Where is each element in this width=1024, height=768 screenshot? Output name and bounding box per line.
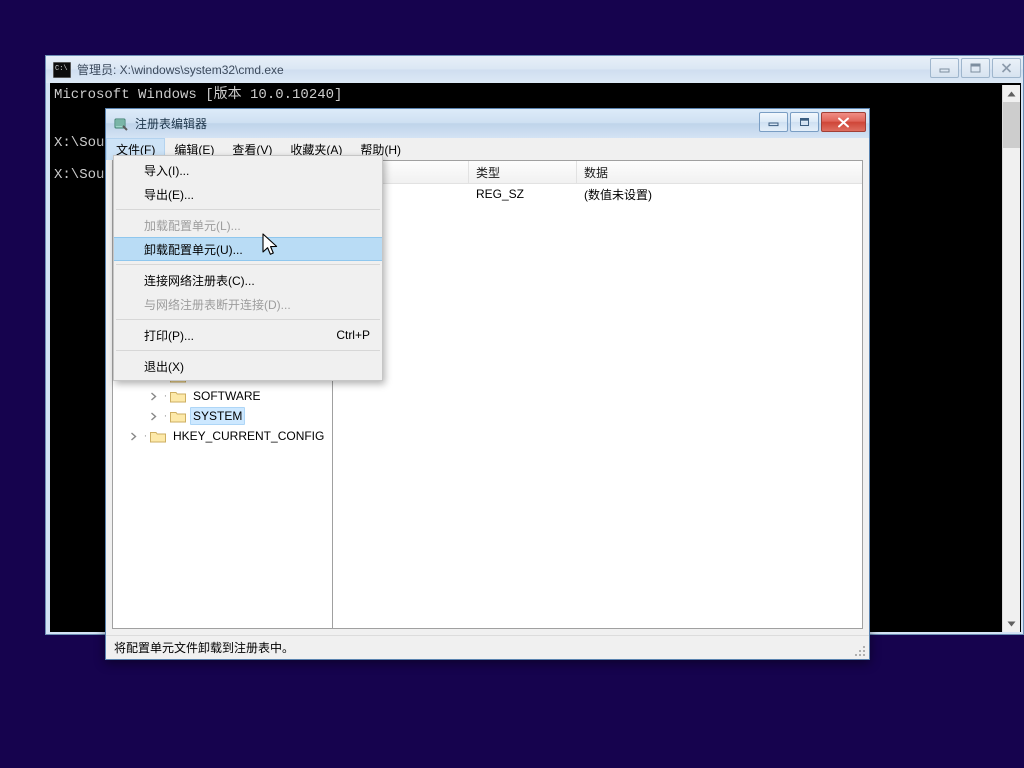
menu-item-accelerator: Ctrl+P <box>336 328 370 342</box>
cmd-vertical-scrollbar[interactable] <box>1002 85 1020 632</box>
tree-connector: · <box>163 410 168 422</box>
menu-item-connect-network-registry[interactable]: 连接网络注册表(C)... <box>114 268 382 292</box>
menu-item-label: 与网络注册表断开连接(D)... <box>144 297 291 312</box>
file-dropdown-menu[interactable]: 导入(I)... 导出(E)... 加载配置单元(L)... 卸载配置单元(U)… <box>113 155 383 381</box>
menu-item-label: 加载配置单元(L)... <box>144 218 241 233</box>
folder-icon <box>170 410 186 423</box>
menu-item-import[interactable]: 导入(I)... <box>114 158 382 182</box>
menu-item-label: 导出(E)... <box>144 187 194 202</box>
tree-connector: · <box>163 390 168 402</box>
tree-connector: · <box>143 430 148 442</box>
registry-values-pane[interactable]: 名称 类型 数据 (默认) REG_SZ (数值未设置) <box>332 160 863 629</box>
menu-separator <box>116 350 380 351</box>
menu-separator <box>116 264 380 265</box>
menu-item-disconnect-network-registry: 与网络注册表断开连接(D)... <box>114 292 382 316</box>
tree-item-system[interactable]: · SYSTEM <box>113 406 333 426</box>
tree-item-label: SOFTWARE <box>193 389 261 403</box>
cmd-minimize-button[interactable] <box>930 58 959 78</box>
registry-icon <box>113 116 129 132</box>
table-row[interactable]: (默认) REG_SZ (数值未设置) <box>333 184 862 204</box>
regedit-window-controls <box>759 112 866 132</box>
scroll-down-arrow-icon[interactable] <box>1003 615 1020 632</box>
regedit-titlebar[interactable]: 注册表编辑器 <box>106 109 869 138</box>
menu-item-label: 退出(X) <box>144 359 184 374</box>
cmd-maximize-button[interactable] <box>961 58 990 78</box>
tree-item-software[interactable]: · SOFTWARE <box>113 386 333 406</box>
cmd-scrollbar-thumb[interactable] <box>1003 102 1020 148</box>
column-header-type[interactable]: 类型 <box>469 161 577 183</box>
column-header-data[interactable]: 数据 <box>577 161 862 183</box>
cmd-window-title: 管理员: X:\windows\system32\cmd.exe <box>77 63 284 77</box>
regedit-window-title: 注册表编辑器 <box>135 117 208 131</box>
regedit-close-button[interactable] <box>821 112 866 132</box>
cmd-output-line: Microsoft Windows [版本 10.0.10240] <box>54 87 343 103</box>
chevron-right-icon[interactable] <box>125 431 141 441</box>
desktop-background: 管理员: X:\windows\system32\cmd.exe Microso… <box>0 0 1024 768</box>
menu-item-export[interactable]: 导出(E)... <box>114 182 382 206</box>
menu-separator <box>116 209 380 210</box>
menu-item-print[interactable]: 打印(P)... Ctrl+P <box>114 323 382 347</box>
tree-item-label: SYSTEM <box>190 407 246 425</box>
cmd-titlebar[interactable]: 管理员: X:\windows\system32\cmd.exe <box>46 56 1023 83</box>
menu-item-load-hive: 加载配置单元(L)... <box>114 213 382 237</box>
chevron-right-icon[interactable] <box>145 411 161 421</box>
folder-icon <box>150 430 166 443</box>
chevron-right-icon[interactable] <box>145 391 161 401</box>
console-icon <box>53 61 71 78</box>
list-column-headers: 名称 类型 数据 <box>333 161 862 184</box>
status-bar-text: 将配置单元文件卸载到注册表中。 <box>114 641 295 655</box>
value-data-cell: (数值未设置) <box>584 187 652 202</box>
resize-grip[interactable] <box>853 643 867 657</box>
value-type-cell: REG_SZ <box>476 187 525 201</box>
status-bar: 将配置单元文件卸载到注册表中。 <box>106 635 869 659</box>
menu-separator <box>116 319 380 320</box>
folder-icon <box>170 390 186 403</box>
cmd-window-controls <box>930 58 1021 78</box>
tree-item-label: HKEY_CURRENT_CONFIG <box>173 429 325 443</box>
scroll-up-arrow-icon[interactable] <box>1003 85 1020 102</box>
menu-item-unload-hive[interactable]: 卸载配置单元(U)... <box>114 237 382 261</box>
regedit-maximize-button[interactable] <box>790 112 819 132</box>
menu-item-exit[interactable]: 退出(X) <box>114 354 382 378</box>
menu-item-label: 卸载配置单元(U)... <box>144 242 243 257</box>
menu-item-label: 连接网络注册表(C)... <box>144 273 255 288</box>
menu-item-label: 导入(I)... <box>144 163 190 178</box>
menu-item-label: 打印(P)... <box>144 328 194 343</box>
cmd-close-button[interactable] <box>992 58 1021 78</box>
cmd-scrollbar-track[interactable] <box>1003 148 1020 615</box>
regedit-minimize-button[interactable] <box>759 112 788 132</box>
tree-item-hkey-current-config[interactable]: · HKEY_CURRENT_CONFIG <box>113 426 333 446</box>
